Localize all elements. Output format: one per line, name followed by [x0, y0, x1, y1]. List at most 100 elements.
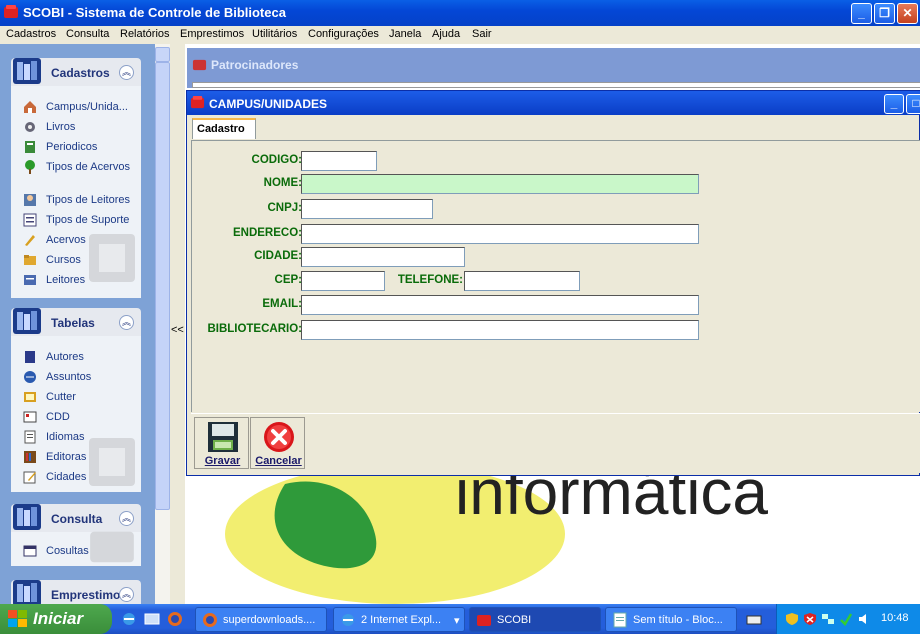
- sidebar-group-header[interactable]: Cadastros ︽: [11, 58, 141, 86]
- telefone-label: TELEFONE:: [397, 274, 463, 286]
- keyboard-icon[interactable]: [746, 612, 762, 628]
- menu-sair[interactable]: Sair: [472, 28, 492, 40]
- house-icon: [24, 101, 36, 113]
- collapse-arrows[interactable]: <<: [171, 324, 184, 336]
- patrocinadores-content-strip: [192, 82, 920, 88]
- sidebar-group-header[interactable]: Emprestimo ︽: [11, 580, 141, 604]
- gear-icon: [25, 122, 35, 132]
- volume-icon[interactable]: [857, 612, 871, 626]
- cancelar-button[interactable]: Cancelar: [250, 417, 305, 469]
- show-desktop-icon[interactable]: [144, 611, 160, 627]
- cnpj-field[interactable]: [301, 199, 433, 219]
- taskbar: Iniciar superdownloads.... 2 Internet Ex…: [0, 604, 920, 634]
- taskbar-button-scobi[interactable]: SCOBI: [469, 607, 601, 632]
- tree-icon: [25, 160, 35, 174]
- sidebar-scrollbar[interactable]: [155, 44, 170, 604]
- restore-button[interactable]: ❐: [874, 3, 895, 24]
- menu-bar: Cadastros Consulta Relatórios Emprestimo…: [0, 26, 920, 44]
- telefone-field[interactable]: [464, 271, 580, 291]
- codigo-field[interactable]: [301, 151, 377, 171]
- minimize-button[interactable]: _: [884, 94, 904, 114]
- chevron-up-icon[interactable]: ︽: [119, 511, 134, 526]
- menu-consulta[interactable]: Consulta: [66, 28, 109, 40]
- taskbar-button-notepad[interactable]: Sem título - Bloc...: [605, 607, 737, 632]
- maximize-button[interactable]: □: [906, 94, 920, 114]
- sidebar-group-body: Campus/Unida... Livros Periodicos Tipos …: [11, 86, 141, 298]
- codigo-label: CODIGO:: [251, 154, 302, 166]
- chevron-up-icon[interactable]: ︽: [119, 65, 134, 80]
- endereco-field[interactable]: [301, 224, 699, 244]
- logo-text: informática: [455, 474, 768, 528]
- sidebar-group-consulta: Consulta ︽ Cosultas: [11, 504, 141, 566]
- firefox-icon: [203, 613, 217, 627]
- menu-janela[interactable]: Janela: [389, 28, 421, 40]
- nome-label: NOME:: [263, 177, 302, 189]
- taskbar-button-internet-explorer[interactable]: 2 Internet Expl... ▾: [333, 607, 465, 632]
- shield-icon[interactable]: [785, 612, 799, 626]
- clock: 10:48: [881, 612, 909, 624]
- sidebar-group-tabelas: Tabelas ︽ Autores Assuntos Cutter CDD Id…: [11, 308, 141, 492]
- cidade-field[interactable]: [301, 247, 465, 267]
- document-icon: [25, 141, 35, 153]
- sidebar-group-cadastros: Cadastros ︽ Campus/Unida... Livros Perio…: [11, 58, 141, 298]
- sidebar-group-header[interactable]: Tabelas ︽: [11, 308, 141, 336]
- chevron-up-icon[interactable]: ︽: [119, 315, 134, 330]
- campus-unidades-window: CAMPUS/UNIDADES _ □ Cadastro CODIGO: NOM…: [186, 90, 920, 476]
- menu-emprestimos[interactable]: Emprestimos: [180, 28, 244, 40]
- books-icon: [13, 580, 41, 604]
- email-label: EMAIL:: [262, 298, 302, 310]
- mdi-workspace: informática Patrocinadores CAMPUS/UNIDAD…: [185, 44, 920, 604]
- pencil-icon: [25, 235, 35, 246]
- books-icon: [13, 58, 41, 84]
- antivirus-icon[interactable]: [839, 612, 853, 626]
- sidebar-group-body: Cosultas: [11, 531, 141, 566]
- menu-cadastros[interactable]: Cadastros: [6, 28, 56, 40]
- security-alert-icon[interactable]: [803, 612, 817, 626]
- card-icon: [24, 275, 36, 285]
- books-icon: [13, 308, 41, 334]
- globe-icon: [24, 371, 36, 383]
- cep-field[interactable]: [301, 271, 385, 291]
- internet-explorer-icon: [342, 614, 354, 626]
- notepad-icon: [613, 612, 627, 628]
- books-icon: [13, 504, 41, 530]
- email-field[interactable]: [301, 295, 699, 315]
- menu-configuracoes[interactable]: Configurações: [308, 28, 379, 40]
- window-title: SCOBI - Sistema de Controle de Bibliotec…: [23, 5, 286, 20]
- menu-relatorios[interactable]: Relatórios: [120, 28, 170, 40]
- nome-field[interactable]: [301, 174, 699, 194]
- chevron-up-icon[interactable]: ︽: [119, 587, 134, 602]
- menu-ajuda[interactable]: Ajuda: [432, 28, 460, 40]
- save-disk-icon: [208, 422, 238, 452]
- patrocinadores-title-bar[interactable]: Patrocinadores: [187, 54, 920, 74]
- sidebar-collapse-splitter[interactable]: <<: [170, 44, 185, 604]
- firefox-icon[interactable]: [167, 611, 183, 627]
- app-icon: [4, 5, 18, 18]
- bibliotecario-label: BIBLIOTECARIO:: [207, 323, 302, 335]
- taskbar-button-superdownloads[interactable]: superdownloads....: [195, 607, 327, 632]
- app-icon: [192, 59, 207, 71]
- minimize-button[interactable]: _: [851, 3, 872, 24]
- menu-utilitarios[interactable]: Utilitários: [252, 28, 297, 40]
- cep-label: CEP:: [274, 274, 302, 286]
- cadastro-form-panel: CODIGO: NOME: CNPJ: ENDERECO: CIDADE: CE…: [191, 140, 920, 412]
- internet-explorer-icon[interactable]: [121, 611, 137, 627]
- grid-icon: [23, 411, 37, 423]
- patrocinadores-window[interactable]: Patrocinadores: [187, 48, 920, 88]
- sidebar-group-emprestimo: Emprestimo ︽: [11, 580, 141, 604]
- chevron-down-icon: ▾: [454, 615, 460, 627]
- windows-flag-icon: [8, 610, 27, 627]
- app-title-bar[interactable]: SCOBI - Sistema de Controle de Bibliotec…: [0, 0, 920, 26]
- cnpj-label: CNPJ:: [267, 202, 302, 214]
- start-button[interactable]: Iniciar: [0, 604, 112, 634]
- scroll-up-button[interactable]: [155, 47, 170, 62]
- scroll-thumb[interactable]: [155, 62, 170, 510]
- tab-cadastro[interactable]: Cadastro: [192, 118, 256, 139]
- bibliotecario-field[interactable]: [301, 320, 699, 340]
- gravar-button[interactable]: Gravar: [194, 417, 249, 469]
- action-button-bar: Gravar Cancelar: [191, 413, 920, 473]
- close-button[interactable]: ✕: [897, 3, 918, 24]
- folder-icon: [24, 255, 36, 265]
- network-icon[interactable]: [821, 612, 835, 626]
- campus-title-bar[interactable]: CAMPUS/UNIDADES _ □: [187, 91, 920, 115]
